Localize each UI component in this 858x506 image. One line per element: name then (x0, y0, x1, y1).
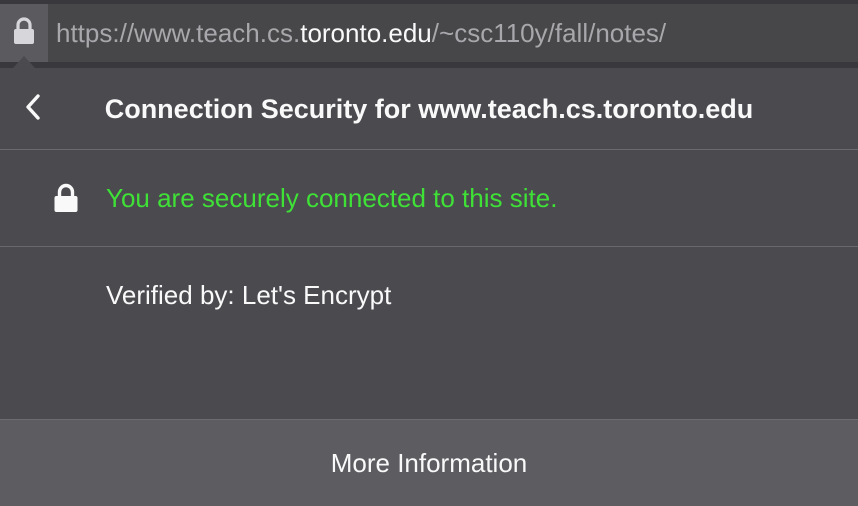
back-button[interactable] (14, 88, 52, 130)
panel-header: Connection Security for www.teach.cs.tor… (0, 68, 858, 150)
panel-title: Connection Security for www.teach.cs.tor… (104, 93, 754, 124)
padlock-icon (52, 183, 80, 213)
secure-connection-message: You are securely connected to this site. (106, 183, 558, 213)
site-identity-button[interactable] (0, 4, 48, 62)
more-information-button[interactable]: More Information (0, 419, 858, 506)
padlock-icon (12, 16, 36, 50)
url-path: /~csc110y/fall/notes/ (431, 17, 667, 48)
secure-connection-row: You are securely connected to this site. (0, 150, 858, 247)
url-scheme-prefix: https://www.teach.cs. (56, 17, 301, 48)
panel-arrow (13, 56, 35, 68)
chevron-left-icon (24, 93, 42, 126)
verified-by-label: Verified by: Let's Encrypt (106, 280, 392, 310)
url-field[interactable]: https://www.teach.cs. toronto.edu/~csc110… (48, 4, 858, 62)
url-bar: https://www.teach.cs. toronto.edu/~csc110… (0, 0, 858, 68)
url-host: toronto.edu (300, 17, 432, 48)
connection-security-panel: Connection Security for www.teach.cs.tor… (0, 68, 858, 506)
